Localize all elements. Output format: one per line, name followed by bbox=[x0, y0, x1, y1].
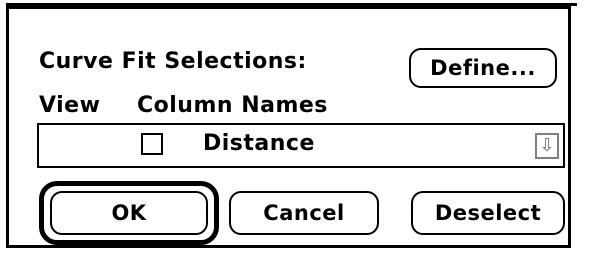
column-names-header: Column Names bbox=[137, 93, 328, 118]
view-checkbox-distance[interactable] bbox=[141, 133, 163, 155]
curve-fit-dialog: Curve Fit Selections: Define... View Col… bbox=[6, 3, 577, 248]
list-item-label[interactable]: Distance bbox=[203, 131, 315, 156]
dialog-title: Curve Fit Selections: bbox=[39, 49, 307, 74]
deselect-button[interactable]: Deselect bbox=[411, 191, 565, 235]
column-list[interactable]: Distance ⇩ bbox=[37, 123, 565, 168]
ok-button[interactable]: OK bbox=[50, 191, 208, 235]
cancel-button[interactable]: Cancel bbox=[229, 191, 379, 235]
scroll-down-arrow-icon[interactable]: ⇩ bbox=[535, 133, 559, 159]
view-column-header: View bbox=[39, 93, 101, 118]
default-button-ring: OK bbox=[39, 181, 219, 245]
define-button[interactable]: Define... bbox=[409, 48, 557, 88]
